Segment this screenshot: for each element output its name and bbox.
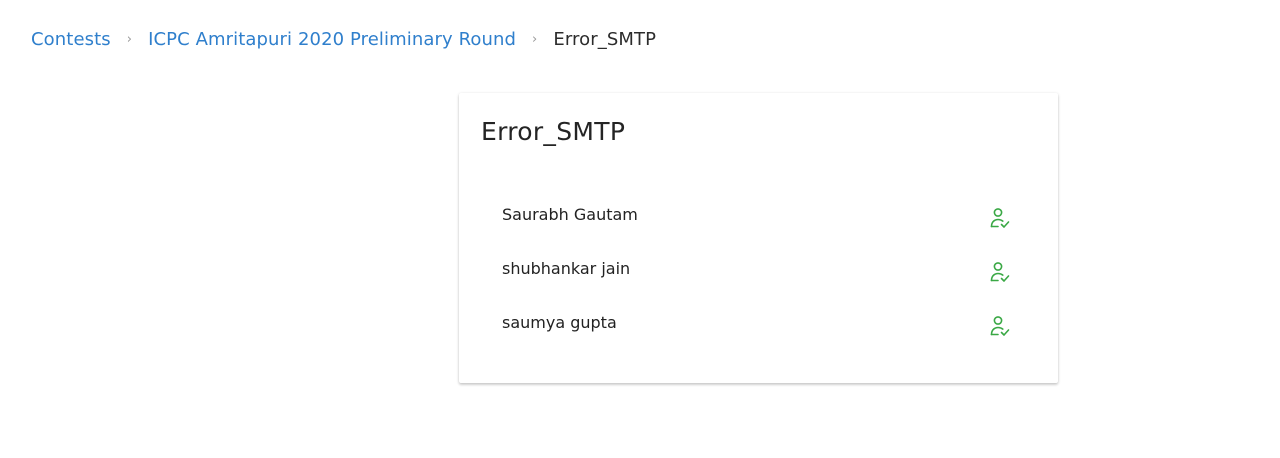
user-check-icon[interactable]	[985, 258, 1015, 288]
user-check-icon[interactable]	[985, 312, 1015, 342]
team-title: Error_SMTP	[481, 117, 626, 146]
team-card: Error_SMTP Saurabh Gautam shubhankar jai…	[459, 93, 1058, 383]
member-list: Saurabh Gautam shubhankar jain saumya gu…	[459, 192, 1058, 354]
chevron-right-icon: ›	[126, 31, 133, 47]
member-name: shubhankar jain	[502, 259, 631, 278]
user-check-icon[interactable]	[985, 204, 1015, 234]
member-name: Saurabh Gautam	[502, 205, 638, 224]
breadcrumb: Contests › ICPC Amritapuri 2020 Prelimin…	[31, 26, 656, 52]
breadcrumb-link-contest[interactable]: ICPC Amritapuri 2020 Preliminary Round	[148, 29, 516, 50]
breadcrumb-link-contests[interactable]: Contests	[31, 29, 111, 50]
chevron-right-icon: ›	[532, 31, 538, 47]
list-item: saumya gupta	[459, 300, 1058, 354]
list-item: shubhankar jain	[459, 246, 1058, 300]
member-name: saumya gupta	[502, 313, 617, 332]
breadcrumb-current: Error_SMTP	[553, 28, 657, 50]
page: Contests › ICPC Amritapuri 2020 Prelimin…	[0, 0, 1280, 458]
list-item: Saurabh Gautam	[459, 192, 1058, 246]
